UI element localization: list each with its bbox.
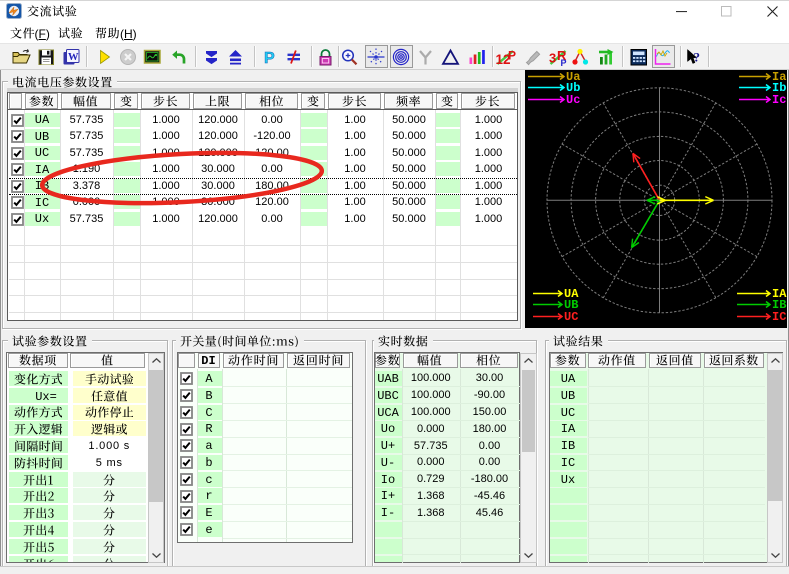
svg-text:3: 3 [549, 51, 556, 66]
svg-text:?: ? [694, 50, 701, 65]
svg-text:P: P [508, 49, 516, 63]
svg-text:W: W [68, 52, 79, 63]
svg-text:P: P [264, 50, 275, 66]
svg-text:P: P [560, 58, 566, 66]
